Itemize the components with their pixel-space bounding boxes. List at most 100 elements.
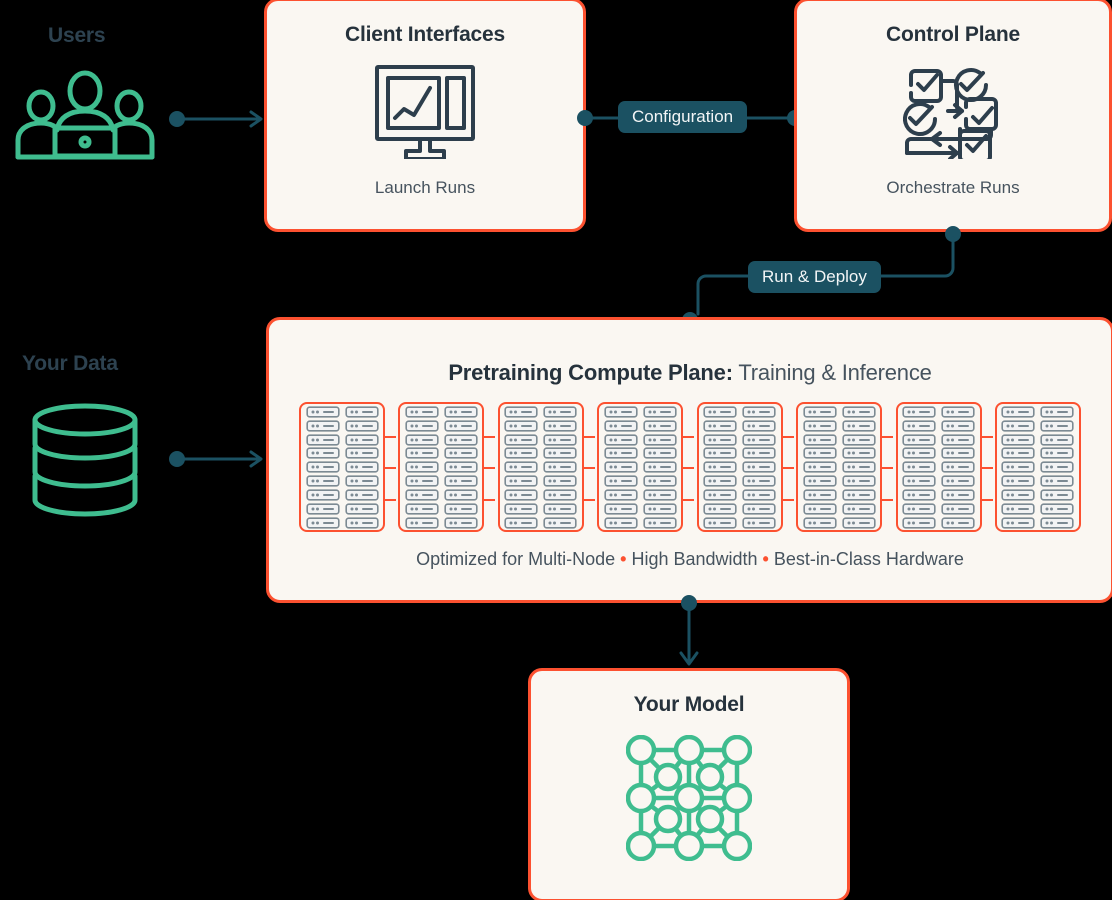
server-column [1040, 405, 1075, 446]
server-column [504, 405, 538, 446]
server-column [842, 447, 876, 487]
server-unit [703, 502, 737, 515]
server-unit [902, 488, 936, 501]
client-interfaces-subtitle: Launch Runs [374, 178, 476, 197]
server-unit [1040, 405, 1075, 418]
server-column [742, 405, 776, 446]
server-column [902, 447, 936, 487]
server-unit [543, 461, 577, 473]
server-group [803, 447, 876, 487]
server-unit [444, 405, 478, 418]
server-unit [1040, 419, 1075, 432]
server-unit [1040, 461, 1075, 473]
rack-interconnect [979, 435, 993, 438]
server-unit [703, 405, 737, 418]
rack-interconnect [383, 498, 396, 501]
server-column [803, 447, 837, 487]
card-compute-plane[interactable]: Pretraining Compute Plane: Training & In… [266, 317, 1112, 603]
server-unit [842, 405, 876, 418]
server-rack[interactable] [497, 402, 595, 532]
server-rack[interactable] [398, 402, 496, 532]
server-rack[interactable] [299, 402, 396, 532]
server-unit [742, 447, 776, 459]
server-unit [902, 419, 936, 432]
server-unit [902, 461, 936, 473]
server-unit [344, 461, 379, 473]
server-unit [1001, 461, 1036, 473]
pill-configuration[interactable]: Configuration [618, 101, 748, 133]
server-unit [1040, 433, 1075, 446]
compute-plane-caption: Optimized for Multi-Node • High Bandwidth •… [269, 549, 1111, 570]
compute-plane-title: Pretraining Compute Plane: Training & In… [269, 360, 1111, 386]
server-unit [703, 516, 737, 529]
rack-interconnect [681, 467, 695, 469]
server-unit [643, 488, 677, 501]
users-label: Users [48, 24, 106, 47]
server-rack[interactable] [895, 402, 993, 532]
server-group [604, 488, 677, 529]
server-unit [842, 502, 876, 515]
control-plane-subtitle: Orchestrate Runs [886, 178, 1020, 197]
server-unit [504, 488, 538, 501]
pill-run-and-deploy[interactable]: Run & Deploy [748, 261, 881, 293]
server-unit [444, 516, 478, 529]
server-unit [742, 502, 776, 515]
server-column [344, 405, 379, 446]
server-unit [842, 516, 876, 529]
server-unit [842, 433, 876, 446]
server-group [902, 488, 975, 529]
server-group [1001, 447, 1075, 487]
server-unit [742, 419, 776, 432]
server-rack[interactable] [597, 402, 695, 532]
server-unit [803, 461, 837, 473]
rack-interconnect [482, 467, 496, 469]
server-unit [604, 475, 638, 487]
server-unit [803, 516, 837, 529]
card-control-plane[interactable]: Control Plane Orchestrate Runs [794, 0, 1112, 232]
server-unit [504, 405, 538, 418]
server-group [405, 405, 478, 446]
server-unit [305, 516, 340, 529]
server-column [1001, 405, 1036, 446]
server-unit [1040, 447, 1075, 459]
server-unit [941, 419, 975, 432]
client-interfaces-title: Client Interfaces [345, 23, 505, 46]
server-unit [842, 488, 876, 501]
server-unit [405, 475, 439, 487]
neural-network-grid-icon [625, 734, 753, 866]
server-unit [1040, 488, 1075, 501]
card-client-interfaces[interactable]: Client Interfaces Launch Runs [264, 0, 586, 232]
server-unit [902, 405, 936, 418]
your-data-label: Your Data [22, 352, 118, 375]
server-column [703, 447, 737, 487]
server-column [543, 405, 577, 446]
server-unit [742, 405, 776, 418]
your-model-title: Your Model [633, 693, 745, 716]
server-unit [444, 419, 478, 432]
server-rack[interactable] [696, 402, 794, 532]
server-group [703, 447, 776, 487]
rack-interconnect [681, 435, 695, 438]
server-column [703, 405, 737, 446]
server-unit [1001, 433, 1036, 446]
server-rack[interactable] [796, 402, 894, 532]
server-unit [405, 433, 439, 446]
server-group [1001, 488, 1075, 529]
server-unit [305, 433, 340, 446]
server-unit [941, 475, 975, 487]
server-unit [344, 405, 379, 418]
server-column [344, 488, 379, 529]
server-group [1001, 405, 1075, 446]
rack-interconnect [880, 435, 894, 438]
server-column [504, 447, 538, 487]
card-your-model[interactable]: Your Model [528, 668, 850, 900]
server-rack[interactable] [994, 402, 1081, 532]
server-column [941, 405, 975, 446]
server-column [405, 405, 439, 446]
server-group [504, 405, 577, 446]
server-unit [1001, 475, 1036, 487]
server-group [504, 447, 577, 487]
caption-part: Optimized for Multi-Node [416, 549, 616, 569]
server-unit [543, 419, 577, 432]
server-unit [543, 405, 577, 418]
